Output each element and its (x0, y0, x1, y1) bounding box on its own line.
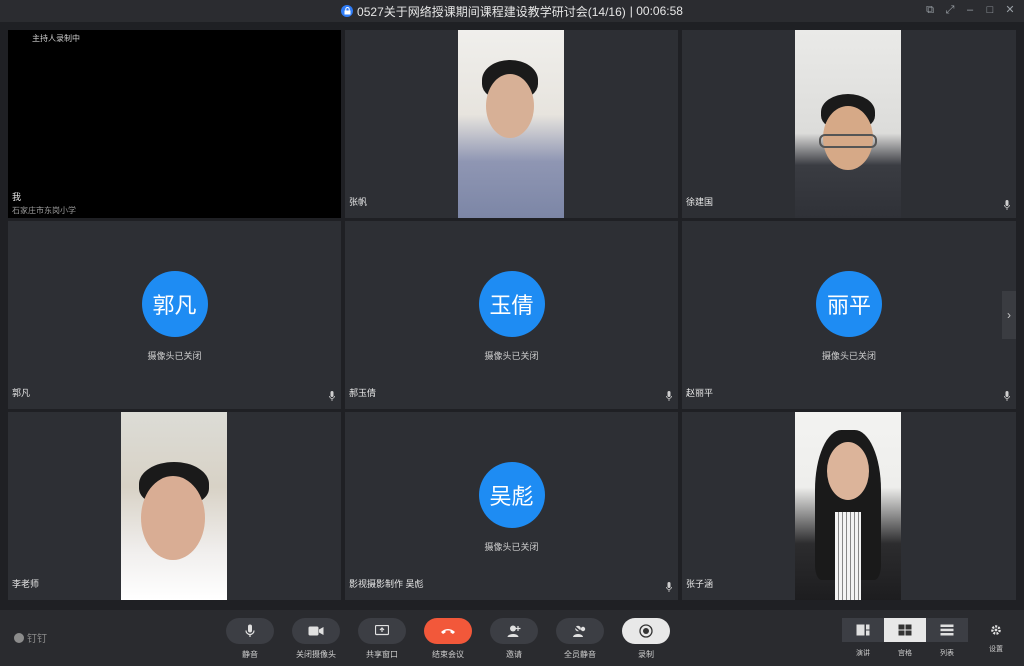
mic-icon (329, 391, 335, 401)
mute-label: 静音 (242, 650, 258, 659)
avatar: 玉倩 (478, 271, 545, 337)
video-tile-participant[interactable]: 吴彪 摄像头已关闭 影视摄影制作 吴彪 (345, 412, 678, 600)
group-mute-icon (573, 625, 587, 637)
settings-button[interactable]: 设置 (984, 624, 1008, 654)
video-tile-participant[interactable]: 张子涵 (682, 412, 1016, 600)
camera-off-status: 摄像头已关闭 (147, 351, 202, 361)
participant-video (121, 412, 227, 600)
video-tile-participant[interactable]: 郭凡 摄像头已关闭 郭凡 (8, 221, 341, 409)
record-label: 录制 (638, 650, 654, 659)
share-window-label: 共享窗口 (366, 650, 398, 659)
video-tile-participant[interactable]: 丽平 摄像头已关闭 赵丽平 › (682, 221, 1016, 409)
mic-icon (666, 582, 672, 592)
video-grid: 主持人录制中 我 石家庄市东岗小学 张帆 徐建国 郭凡 摄像头已关闭 郭凡 玉倩… (8, 30, 1016, 600)
settings-label: 设置 (989, 646, 1003, 653)
window-controls: ⧉ ⤢ – □ ✕ (924, 4, 1016, 16)
meeting-title: 0527关于网络授课期间课程建设教学研讨会(14/16) | 00:06:58 (341, 3, 683, 20)
video-tile-participant[interactable]: 玉倩 摄像头已关闭 郝玉倩 (345, 221, 678, 409)
minimize-icon[interactable]: – (964, 4, 976, 16)
camera-off-status: 摄像头已关闭 (484, 351, 539, 361)
mute-button[interactable]: 静音 (226, 618, 274, 662)
mic-icon (666, 391, 672, 401)
microphone-icon (245, 624, 255, 637)
participant-video (795, 412, 901, 600)
maximize-icon[interactable]: □ (984, 4, 996, 16)
fullscreen-icon[interactable]: ⤢ (944, 4, 956, 16)
grid-view-button[interactable]: 宫格 (884, 618, 926, 662)
video-tile-participant[interactable]: 张帆 (345, 30, 678, 218)
speaker-layout-icon (856, 624, 870, 636)
list-view-button[interactable]: 列表 (926, 618, 968, 662)
pip-icon[interactable]: ⧉ (924, 4, 936, 16)
view-mode-switcher: 演讲 宫格 列表 (842, 618, 968, 662)
camera-off-button[interactable]: 关闭摄像头 (292, 618, 340, 662)
lock-icon (341, 5, 354, 17)
recording-label: 主持人录制中 (32, 34, 80, 43)
video-tile-participant[interactable]: 徐建国 (682, 30, 1016, 218)
meeting-timer: | 00:06:58 (629, 4, 683, 18)
grid-layout-icon (898, 624, 912, 636)
avatar: 丽平 (816, 271, 882, 337)
hang-up-icon (441, 629, 455, 634)
participant-video (458, 30, 564, 218)
speaker-view-label: 演讲 (856, 650, 870, 657)
mute-all-label: 全员静音 (564, 650, 596, 659)
participant-name: 我 (12, 192, 22, 202)
avatar: 吴彪 (478, 462, 545, 528)
brand: 钉钉 (14, 630, 47, 645)
close-icon[interactable]: ✕ (1004, 4, 1016, 16)
camera-off-label: 关闭摄像头 (296, 650, 336, 659)
mute-all-button[interactable]: 全员静音 (556, 618, 604, 662)
brand-label: 钉钉 (27, 634, 47, 645)
dingtalk-logo-icon (14, 632, 24, 643)
next-page-arrow-icon[interactable]: › (1002, 291, 1016, 339)
participant-name: 张子涵 (686, 579, 714, 589)
speaker-view-button[interactable]: 演讲 (842, 618, 884, 662)
share-screen-icon (375, 625, 389, 636)
participant-name: 张帆 (349, 197, 368, 207)
invite-button[interactable]: 邀请 (490, 618, 538, 662)
end-meeting-label: 结束会议 (432, 650, 464, 659)
camera-off-status: 摄像头已关闭 (821, 351, 876, 361)
record-icon (639, 624, 653, 638)
list-view-label: 列表 (940, 650, 954, 657)
participant-name: 徐建国 (686, 197, 714, 207)
video-camera-icon (308, 626, 324, 636)
avatar: 郭凡 (141, 271, 208, 337)
meeting-toolbar: 钉钉 静音 关闭摄像头 共享窗口 结束会议 邀请 全员静音 录制 演讲 宫格 列… (0, 610, 1024, 666)
gear-icon (991, 625, 1001, 635)
add-user-icon (507, 625, 521, 637)
video-tile-participant[interactable]: 李老师 (8, 412, 341, 600)
mic-icon (1004, 391, 1010, 401)
participant-name: 影视摄影制作 吴彪 (349, 579, 424, 589)
participant-name: 郭凡 (12, 388, 31, 398)
participant-name: 郝玉倩 (349, 388, 377, 398)
invite-label: 邀请 (506, 650, 522, 659)
grid-view-label: 宫格 (898, 650, 912, 657)
title-bar: 0527关于网络授课期间课程建设教学研讨会(14/16) | 00:06:58 … (0, 0, 1024, 22)
participant-name: 李老师 (12, 579, 40, 589)
mic-icon (1004, 200, 1010, 210)
camera-off-status: 摄像头已关闭 (484, 542, 539, 552)
share-window-button[interactable]: 共享窗口 (358, 618, 406, 662)
participant-name: 赵丽平 (686, 388, 714, 398)
meeting-title-text: 0527关于网络授课期间课程建设教学研讨会(14/16) (357, 4, 626, 19)
list-layout-icon (940, 624, 954, 636)
video-tile-self[interactable]: 主持人录制中 我 石家庄市东岗小学 (8, 30, 341, 218)
end-meeting-button[interactable]: 结束会议 (424, 618, 472, 662)
record-button[interactable]: 录制 (622, 618, 670, 662)
participant-video (795, 30, 901, 218)
participant-org: 石家庄市东岗小学 (12, 206, 76, 215)
